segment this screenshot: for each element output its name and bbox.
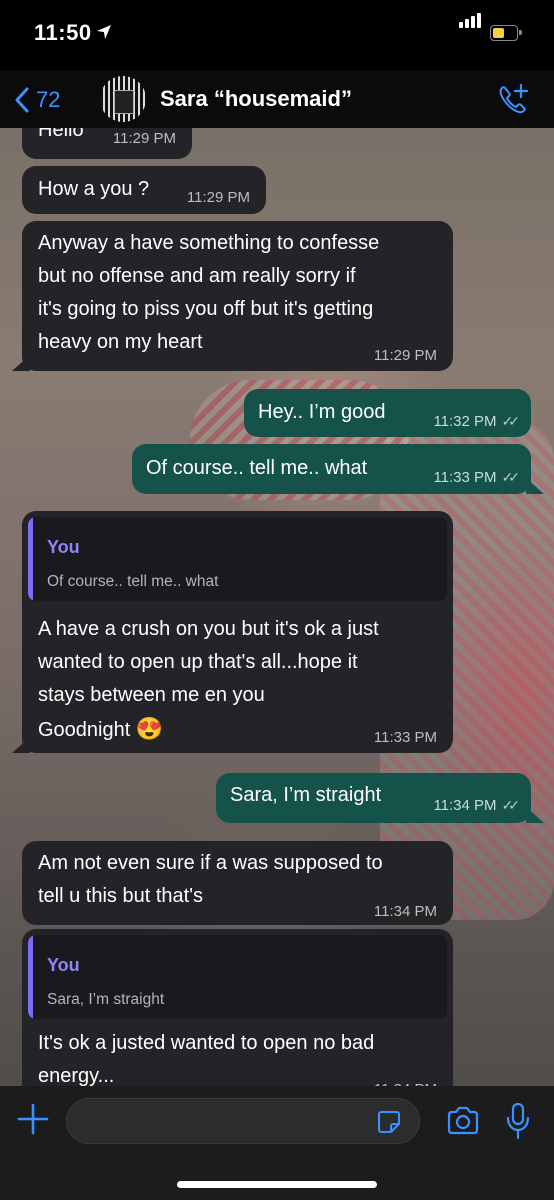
message-text: Hello bbox=[38, 128, 84, 141]
back-button[interactable]: 72 bbox=[14, 80, 60, 120]
message-text: Sara, I’m straight bbox=[230, 784, 382, 806]
message-time: 11:29 PM bbox=[186, 189, 250, 206]
message-time: 11:34 PM bbox=[373, 903, 437, 920]
quote-author: You bbox=[47, 537, 80, 557]
microphone-icon[interactable] bbox=[505, 1102, 531, 1140]
quote-accent-bar bbox=[28, 935, 33, 1019]
message-time: 11:33 PM bbox=[373, 729, 437, 746]
status-time: 11:50 bbox=[34, 20, 92, 45]
message-text: How a you ? bbox=[38, 178, 150, 200]
message-bubble-outgoing[interactable]: Of course.. tell me.. what 11:33 PM ✓✓ bbox=[132, 444, 531, 494]
message-time: 11:34 PM bbox=[374, 1073, 437, 1086]
location-arrow-icon bbox=[97, 25, 111, 39]
message-bubble-outgoing[interactable]: Sara, I’m straight 11:34 PM ✓✓ bbox=[216, 773, 531, 823]
message-time: 11:34 PM ✓✓ bbox=[433, 789, 521, 822]
read-receipt-icon: ✓✓ bbox=[501, 797, 521, 813]
message-list[interactable]: Hello 11:29 PM How a you ? 11:29 PM Anyw… bbox=[0, 128, 554, 1086]
message-text: A have a crush on you but it's ok a just… bbox=[38, 618, 379, 741]
message-bubble-incoming[interactable]: You Of course.. tell me.. what A have a … bbox=[22, 511, 453, 753]
message-time: 11:29 PM bbox=[112, 130, 176, 147]
read-receipt-icon: ✓✓ bbox=[501, 469, 521, 485]
status-bar: 11:50 bbox=[0, 0, 554, 70]
message-text: Anyway a have something to confesse but … bbox=[38, 232, 380, 353]
message-bubble-incoming[interactable]: You Sara, I’m straight It's ok a justed … bbox=[22, 929, 453, 1086]
quoted-reply[interactable]: You Of course.. tell me.. what bbox=[28, 517, 447, 601]
message-bubble-incoming[interactable]: Am not even sure if a was supposed to te… bbox=[22, 841, 453, 925]
sticker-icon[interactable] bbox=[377, 1110, 401, 1134]
chat-screen: 11:50 72 Sara “housemaid” Hello 11:29 PM… bbox=[0, 0, 554, 1200]
bubble-tail bbox=[526, 478, 544, 494]
home-indicator[interactable] bbox=[177, 1181, 377, 1188]
heart-eyes-emoji: 😍 bbox=[135, 716, 164, 741]
avatar[interactable] bbox=[100, 76, 146, 122]
plus-icon[interactable] bbox=[16, 1102, 50, 1136]
message-bubble-incoming[interactable]: Hello 11:29 PM bbox=[22, 128, 192, 159]
message-time: 11:32 PM ✓✓ bbox=[433, 405, 521, 438]
back-chevron-icon bbox=[15, 87, 29, 113]
message-time: 11:33 PM ✓✓ bbox=[433, 461, 521, 494]
quote-text: Sara, I’m straight bbox=[47, 991, 165, 1008]
contact-name[interactable]: Sara “housemaid” bbox=[160, 86, 352, 112]
message-text: Hey.. I’m good bbox=[258, 401, 386, 423]
message-input[interactable] bbox=[66, 1098, 420, 1144]
message-text: It's ok a justed wanted to open no bad e… bbox=[38, 1032, 375, 1086]
message-text: Of course.. tell me.. what bbox=[146, 457, 368, 479]
bubble-tail bbox=[12, 737, 30, 753]
quote-author: You bbox=[47, 955, 80, 975]
message-bubble-incoming[interactable]: How a you ? 11:29 PM bbox=[22, 166, 266, 214]
message-time: 11:29 PM bbox=[373, 347, 437, 364]
unread-count: 72 bbox=[36, 87, 61, 112]
bubble-tail bbox=[526, 807, 544, 823]
camera-icon[interactable] bbox=[446, 1104, 480, 1138]
add-call-icon[interactable] bbox=[496, 82, 530, 116]
quoted-reply[interactable]: You Sara, I’m straight bbox=[28, 935, 447, 1019]
quote-accent-bar bbox=[28, 517, 33, 601]
chat-header: 72 Sara “housemaid” bbox=[0, 70, 554, 128]
read-receipt-icon: ✓✓ bbox=[501, 413, 521, 429]
quote-text: Of course.. tell me.. what bbox=[47, 573, 219, 590]
bubble-tail bbox=[12, 355, 30, 371]
battery-tip bbox=[519, 30, 522, 35]
message-bubble-outgoing[interactable]: Hey.. I’m good 11:32 PM ✓✓ bbox=[244, 389, 531, 437]
message-bubble-incoming[interactable]: Anyway a have something to confesse but … bbox=[22, 221, 453, 371]
battery-icon bbox=[490, 25, 518, 41]
message-text: Am not even sure if a was supposed to te… bbox=[38, 852, 383, 907]
